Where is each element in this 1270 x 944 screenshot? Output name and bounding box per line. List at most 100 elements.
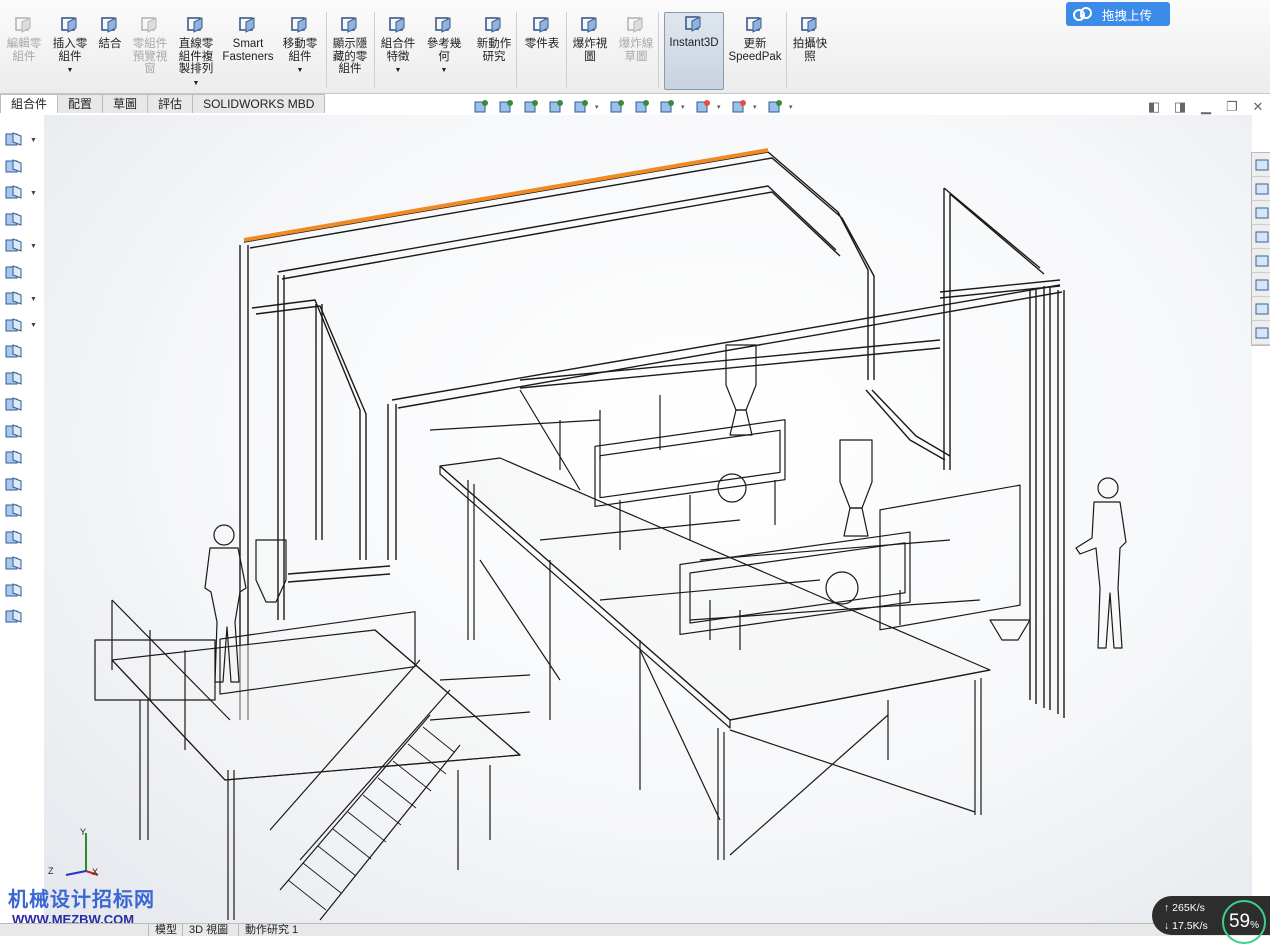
taskpane-parts[interactable]	[1252, 177, 1270, 201]
chevron-down-icon[interactable]: ▾	[753, 103, 761, 111]
apply-scene-icon[interactable]	[728, 97, 750, 117]
ribbon-button-instant3d[interactable]: Instant3D	[664, 12, 724, 90]
ribbon-button-edit-component[interactable]: 編輯零 組件	[4, 14, 44, 63]
zoom-to-fit-icon[interactable]	[470, 97, 492, 117]
ribbon-button-move-component[interactable]: 移動零 組件 ▼	[280, 14, 320, 78]
ribbon-button-insert-component[interactable]: 插入零 組件 ▼	[50, 14, 90, 78]
ribbon-button-label: 更新 SpeedPak	[728, 38, 782, 63]
ribbon-button-label: 編輯零 組件	[6, 38, 42, 63]
linear-pattern-icon	[187, 17, 203, 33]
ribbon-button-snapshot[interactable]: 拍攝快 照	[790, 14, 830, 63]
ribbon-button-exploded-view[interactable]: 爆炸視 圖	[570, 14, 610, 63]
assembly-model[interactable]	[44, 115, 1252, 923]
left-tool-bom[interactable]	[0, 367, 44, 391]
taskpane-home[interactable]	[1252, 153, 1270, 177]
ribbon-button-reference-geometry[interactable]: 參考幾 何 ▼	[424, 14, 464, 78]
taskpane-appearance[interactable]	[1252, 249, 1270, 273]
left-platform[interactable]	[94, 539, 531, 920]
model-tab-1[interactable]: 3D 視圖	[182, 924, 234, 936]
graphics-area[interactable]: Y X Z	[44, 115, 1252, 923]
chevron-down-icon[interactable]: ▾	[717, 103, 725, 111]
left-tool-explode-line[interactable]	[0, 420, 44, 444]
edit-component-icon	[15, 17, 31, 33]
ribbon-button-mate[interactable]: 結合	[95, 14, 125, 51]
ribbon-button-component-preview[interactable]: 零組件 預覽視 窗	[130, 14, 170, 76]
ribbon-button-linear-pattern[interactable]: 直線零 組件複 製排列 ▼	[176, 14, 216, 90]
left-tool-speedpak[interactable]	[0, 473, 44, 497]
ribbon-button-smart-fasteners[interactable]: Smart Fasteners	[222, 14, 274, 63]
left-tool-exploded-view[interactable]	[0, 393, 44, 417]
move-component-icon	[5, 238, 22, 252]
chevron-down-icon[interactable]: ▼	[30, 137, 37, 144]
view-settings-icon[interactable]	[764, 97, 786, 117]
zoom-area-icon[interactable]	[495, 97, 517, 117]
left-tool-snapshot[interactable]	[0, 499, 44, 523]
left-tool-assembly-feature[interactable]: ▼	[0, 287, 44, 311]
human-figure-right[interactable]	[1075, 477, 1127, 649]
model-tab-0[interactable]: 模型	[148, 924, 183, 936]
ribbon-button-show-hidden[interactable]: 顯示隱 藏的零 組件	[330, 14, 370, 76]
restore-icon[interactable]: ❐	[1224, 99, 1240, 115]
chevron-down-icon[interactable]: ▼	[441, 65, 448, 78]
exploded-view-icon	[5, 397, 22, 411]
display-style-icon[interactable]	[606, 97, 628, 117]
cloud-upload-button[interactable]: 拖拽上传	[1066, 2, 1170, 26]
selected-pipe-highlight[interactable]	[243, 148, 769, 242]
left-tool-hole-alignment[interactable]	[0, 579, 44, 603]
close-icon[interactable]: ✕	[1250, 99, 1266, 115]
orientation-cube-icon[interactable]	[631, 97, 653, 117]
previous-view-icon[interactable]	[520, 97, 542, 117]
tile-left-icon[interactable]: ◧	[1146, 99, 1162, 115]
chevron-down-icon[interactable]: ▼	[67, 65, 74, 78]
ribbon-button-label: 拍攝快 照	[792, 38, 828, 63]
taskpane-notes[interactable]	[1252, 297, 1270, 321]
view-orientation-icon[interactable]	[570, 97, 592, 117]
left-tool-mate[interactable]	[0, 155, 44, 179]
left-tool-linear-pattern[interactable]: ▼	[0, 181, 44, 205]
left-tool-interference[interactable]	[0, 526, 44, 550]
tab-2[interactable]: 草圖	[102, 94, 149, 113]
ribbon-button-bom[interactable]: 零件表	[522, 14, 562, 51]
left-tool-insert-component[interactable]: ▼	[0, 128, 44, 152]
chevron-down-icon[interactable]: ▾	[789, 103, 797, 111]
taskpane-properties[interactable]	[1252, 273, 1270, 297]
edit-appearance-icon[interactable]	[692, 97, 714, 117]
hole-alignment-icon	[5, 582, 22, 597]
chevron-down-icon[interactable]: ▾	[595, 103, 603, 111]
model-tab-2[interactable]: 動作研究 1	[238, 924, 304, 936]
chevron-down-icon[interactable]: ▼	[395, 65, 402, 78]
chevron-down-icon[interactable]: ▾	[681, 103, 689, 111]
chevron-down-icon[interactable]: ▼	[297, 65, 304, 78]
left-tool-reference-geometry[interactable]: ▼	[0, 314, 44, 338]
tab-0[interactable]: 組合件	[0, 94, 59, 113]
taskpane-palette[interactable]	[1252, 225, 1270, 249]
ribbon-separator	[566, 12, 567, 88]
ribbon-button-explode-line[interactable]: 爆炸線 草圖	[616, 14, 656, 63]
left-tool-clearance[interactable]	[0, 552, 44, 576]
left-tool-measure[interactable]	[0, 605, 44, 629]
chevron-down-icon[interactable]: ▼	[30, 243, 37, 250]
tab-4[interactable]: SOLIDWORKS MBD	[192, 94, 326, 113]
left-tool-edit-component[interactable]	[0, 208, 44, 232]
ribbon-button-label: Smart Fasteners	[222, 38, 274, 63]
left-tool-motion-study[interactable]	[0, 340, 44, 364]
minimize-icon[interactable]: ▁	[1198, 99, 1214, 115]
section-view-icon[interactable]	[545, 97, 567, 117]
taskpane-forum[interactable]	[1252, 321, 1270, 345]
chevron-down-icon[interactable]: ▼	[30, 296, 37, 303]
palette-icon	[1255, 231, 1268, 242]
left-tool-move-component[interactable]: ▼	[0, 234, 44, 258]
chevron-down-icon[interactable]: ▼	[193, 78, 200, 91]
hide-show-icon[interactable]	[656, 97, 678, 117]
left-tool-show-hidden[interactable]	[0, 261, 44, 285]
tab-1[interactable]: 配置	[57, 94, 104, 113]
ribbon-button-assembly-feature[interactable]: 組合件 特徵 ▼	[378, 14, 418, 78]
left-tool-instant3d[interactable]	[0, 446, 44, 470]
ribbon-button-speedpak[interactable]: 更新 SpeedPak	[728, 14, 782, 63]
chevron-down-icon[interactable]: ▼	[30, 190, 37, 197]
taskpane-folder[interactable]	[1252, 201, 1270, 225]
tab-3[interactable]: 評估	[147, 94, 194, 113]
chevron-down-icon[interactable]: ▼	[30, 322, 37, 329]
ribbon-button-motion-study[interactable]: 新動作 研究	[472, 14, 516, 63]
tile-right-icon[interactable]: ◨	[1172, 99, 1188, 115]
